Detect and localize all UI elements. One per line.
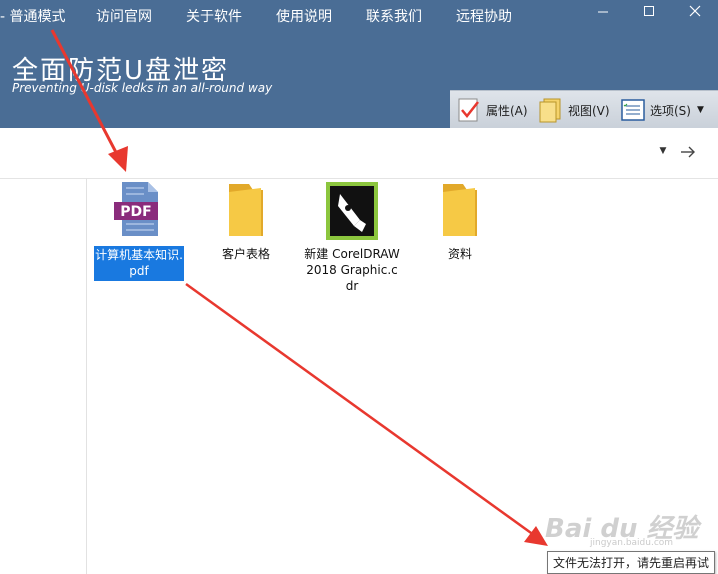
folder-icon xyxy=(229,184,263,236)
properties-button[interactable]: 属性(A) xyxy=(456,95,528,125)
menu-bar: - 普通模式 访问官网 关于软件 使用说明 联系我们 远程协助 xyxy=(0,0,590,32)
pdf-file-icon: PDF xyxy=(114,182,158,236)
watermark-url: jingyan.baidu.com xyxy=(590,538,674,548)
file-name: 计算机基本知识.pdf xyxy=(94,246,184,281)
error-tooltip: 文件无法打开，请先重启再试 xyxy=(547,551,716,574)
folder-icon xyxy=(443,184,477,236)
view-icon xyxy=(539,98,561,123)
menu-contact-us[interactable]: 联系我们 xyxy=(366,6,422,26)
file-item-folder-data[interactable]: 资料 xyxy=(412,180,508,290)
toolbar: 属性(A) 视图(V) 选项(S) ▼ xyxy=(450,90,718,129)
close-icon xyxy=(689,5,701,17)
properties-icon xyxy=(458,98,479,122)
maximize-button[interactable] xyxy=(626,0,672,22)
svg-text:PDF: PDF xyxy=(120,204,151,220)
file-name: 资料 xyxy=(447,247,472,261)
maximize-icon xyxy=(644,6,654,16)
options-button[interactable]: 选项(S) ▼ xyxy=(620,95,704,125)
forward-arrow-icon[interactable] xyxy=(678,142,698,162)
coreldraw-file-icon xyxy=(326,182,378,240)
file-name: 客户表格 xyxy=(221,247,270,261)
menu-normal-mode[interactable]: - 普通模式 xyxy=(0,6,66,26)
app-header: - 普通模式 访问官网 关于软件 使用说明 联系我们 远程协助 全面防范U盘泄密… xyxy=(0,0,718,129)
app-subtitle: Preventing U-disk ledks in an all-round … xyxy=(12,81,273,95)
close-button[interactable] xyxy=(672,0,718,22)
view-button[interactable]: 视图(V) xyxy=(538,95,610,125)
sidebar-divider xyxy=(86,178,87,574)
minimize-icon xyxy=(598,11,608,13)
address-bar: ▼ xyxy=(0,128,718,179)
options-icon xyxy=(621,99,645,121)
file-item-cdr[interactable]: 新建 CorelDRAW 2018 Graphic.cdr xyxy=(304,180,400,293)
menu-instructions[interactable]: 使用说明 xyxy=(276,6,332,26)
options-dropdown-icon: ▼ xyxy=(696,105,704,115)
properties-label: 属性(A) xyxy=(486,103,528,118)
chevron-down-icon[interactable]: ▼ xyxy=(656,146,670,160)
annotation-arrow-to-tooltip xyxy=(185,282,548,546)
menu-remote-assist[interactable]: 远程协助 xyxy=(456,6,512,26)
view-label: 视图(V) xyxy=(568,103,610,118)
file-item-folder-customer[interactable]: 客户表格 xyxy=(198,180,294,290)
menu-about[interactable]: 关于软件 xyxy=(186,6,242,26)
minimize-button[interactable] xyxy=(580,0,626,22)
menu-visit-website[interactable]: 访问官网 xyxy=(96,6,152,26)
options-label: 选项(S) xyxy=(650,103,691,118)
file-name: 新建 CorelDRAW 2018 Graphic.cdr xyxy=(304,247,400,293)
file-item-pdf[interactable]: PDF 计算机基本知识.pdf xyxy=(88,180,184,290)
